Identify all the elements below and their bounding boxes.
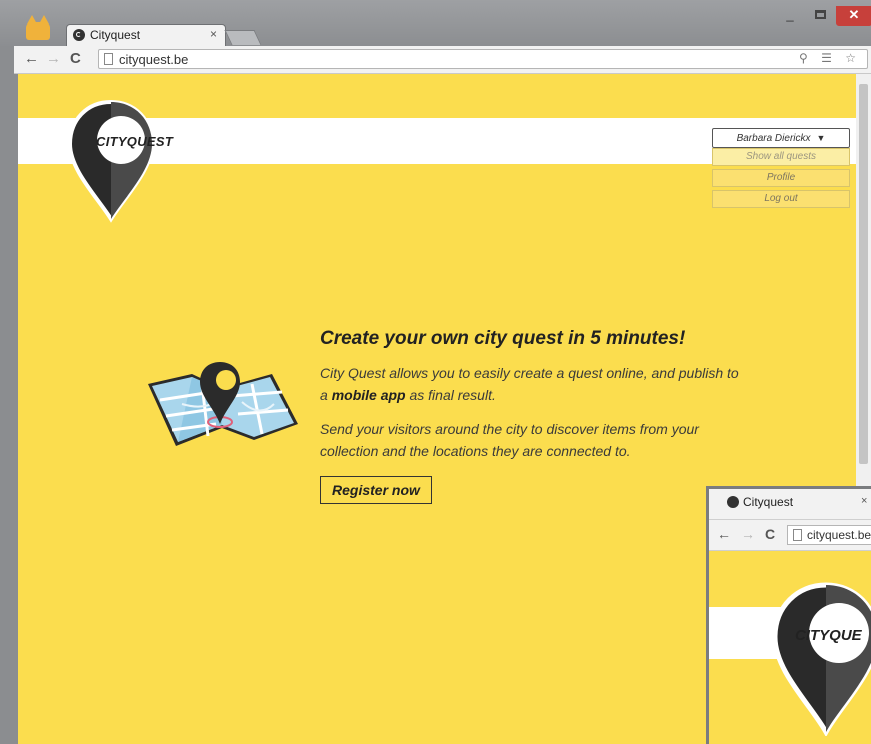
second-reload-button[interactable]: C (765, 526, 775, 542)
page-icon (104, 53, 113, 65)
user-menu-toggle[interactable]: Barbara Dierickx ▼ (712, 128, 850, 148)
maximize-icon (814, 10, 826, 19)
scroll-thumb[interactable] (859, 84, 868, 464)
profile-avatar-icon[interactable] (26, 15, 50, 40)
second-forward-button[interactable]: → (741, 526, 755, 542)
second-tab-close-icon[interactable]: × (861, 495, 867, 507)
menu-item-log-out[interactable]: Log out (712, 190, 850, 208)
tab-close-icon[interactable]: × (210, 27, 217, 41)
tab-cityquest[interactable]: Cityquest × (66, 24, 226, 46)
browser-toolbar: ← → C cityquest.be ⚲ ☰ ☆ (14, 46, 871, 74)
second-browser-window: Cityquest × ← → C cityquest.be CITYQUE (706, 486, 871, 744)
second-toolbar: ← → C cityquest.be (709, 520, 871, 551)
hero-description-2: Send your visitors around the city to di… (320, 421, 699, 459)
menu-item-show-all-quests[interactable]: Show all quests (712, 148, 850, 166)
hero-text-2: as final result. (405, 387, 496, 403)
caret-down-icon: ▼ (816, 133, 826, 143)
close-window-button[interactable]: ✕ (836, 6, 871, 26)
second-logo-text: CITYQUE (795, 627, 862, 644)
register-button[interactable]: Register now (320, 476, 432, 504)
page-icon (793, 529, 802, 541)
second-back-button[interactable]: ← (717, 526, 731, 542)
logo-text: CITYQUEST (96, 134, 174, 149)
second-cityquest-logo (772, 582, 871, 736)
address-bar[interactable]: cityquest.be ⚲ ☰ ☆ (98, 49, 868, 69)
cityquest-favicon-icon (727, 496, 739, 508)
menu-item-profile[interactable]: Profile (712, 169, 850, 187)
tab-strip: Cityquest × _ ✕ (0, 0, 871, 46)
hero-title: Create your own city quest in 5 minutes! (320, 328, 686, 349)
second-url-text[interactable]: cityquest.be (807, 528, 871, 542)
maximize-button[interactable] (806, 6, 834, 26)
second-address-bar[interactable]: cityquest.be (787, 525, 871, 545)
cityquest-favicon-icon (73, 29, 85, 41)
username: Barbara Dierickx (736, 133, 811, 144)
hero-description: City Quest allows you to easily create a… (320, 362, 740, 406)
cityquest-logo[interactable] (66, 98, 156, 223)
second-tab-title[interactable]: Cityquest (743, 495, 793, 509)
url-text[interactable]: cityquest.be (119, 52, 188, 67)
tab-title: Cityquest (90, 28, 141, 42)
second-tab-strip: Cityquest × (709, 489, 871, 520)
forward-button[interactable]: → (46, 50, 61, 67)
omnibox-icons[interactable]: ⚲ ☰ ☆ (799, 51, 861, 65)
new-tab-button[interactable] (224, 30, 262, 45)
hero-section: Create your own city quest in 5 minutes!… (320, 328, 740, 504)
map-illustration (148, 362, 298, 446)
user-menu: Barbara Dierickx ▼ Show all quests Profil… (712, 128, 850, 208)
hero-text-bold: mobile app (331, 387, 406, 403)
minimize-button[interactable]: _ (776, 6, 804, 26)
reload-button[interactable]: C (70, 50, 81, 67)
back-button[interactable]: ← (24, 50, 39, 67)
